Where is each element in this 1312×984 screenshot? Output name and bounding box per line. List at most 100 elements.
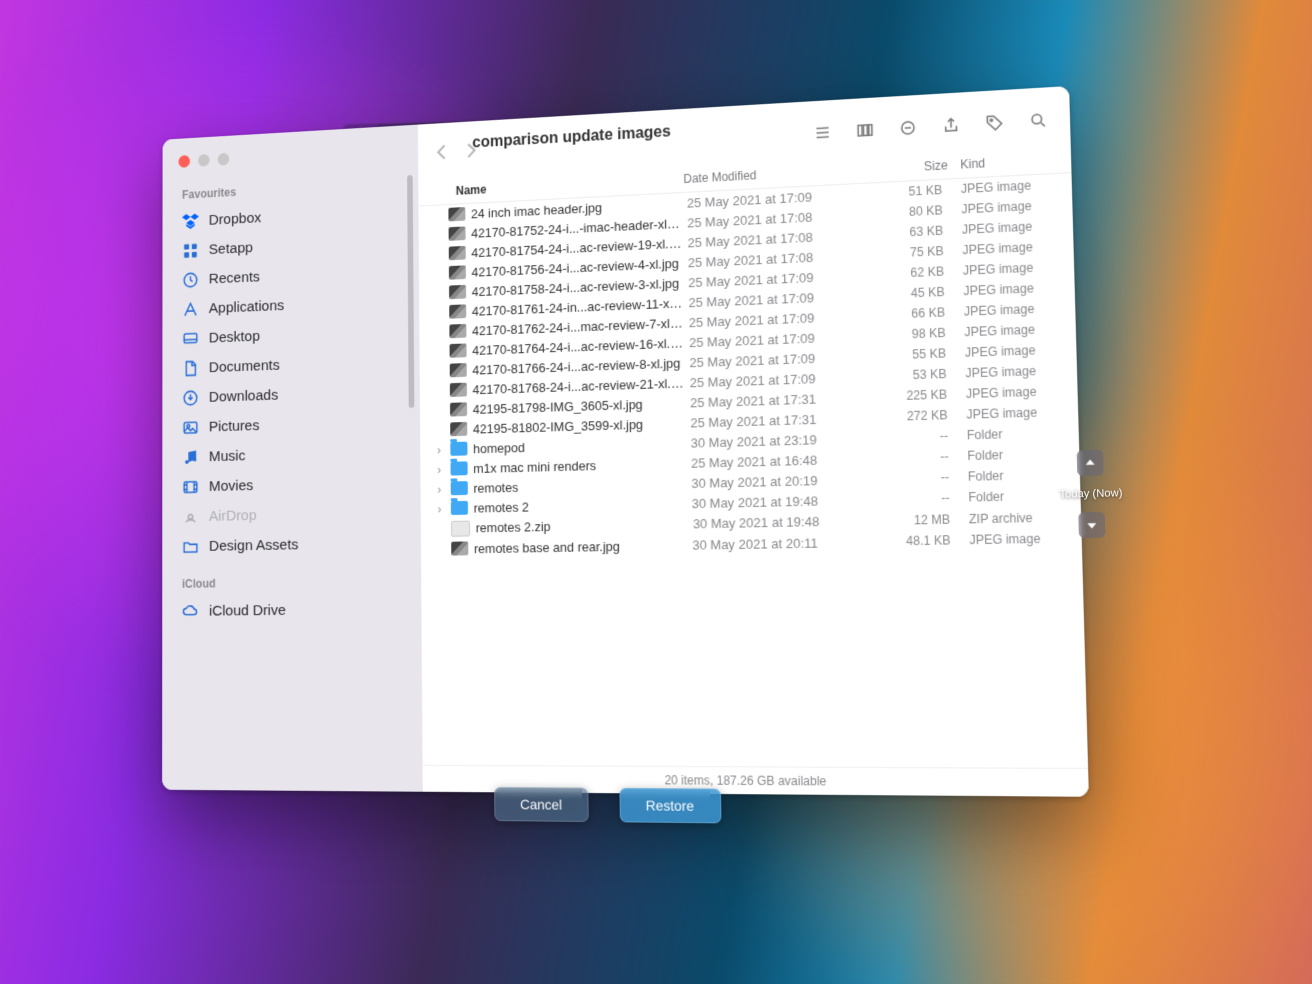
sidebar-label: iCloud Drive <box>209 602 286 620</box>
file-kind: JPEG image <box>950 259 1057 278</box>
image-thumbnail-icon <box>451 541 468 555</box>
timeline-up-button[interactable] <box>1077 450 1104 477</box>
file-kind: Folder <box>955 467 1063 484</box>
image-thumbnail-icon <box>448 207 465 221</box>
sidebar-label: Dropbox <box>209 209 262 229</box>
file-kind: JPEG image <box>949 198 1056 217</box>
file-date: 30 May 2021 at 23:19 <box>691 430 870 450</box>
applications-icon <box>182 300 199 319</box>
sidebar-item-airdrop[interactable]: AirDrop <box>162 497 421 532</box>
cloud-icon <box>182 602 199 621</box>
disclosure-icon: › <box>434 461 445 476</box>
folder-icon <box>450 461 467 475</box>
file-size: -- <box>876 470 949 486</box>
close-button[interactable] <box>178 155 190 168</box>
file-size: 51 KB <box>870 183 942 201</box>
folder-icon <box>451 501 468 515</box>
file-date: 25 May 2021 at 16:48 <box>691 451 870 471</box>
action-buttons: Cancel Restore <box>494 787 721 823</box>
sidebar-label: Pictures <box>209 417 260 436</box>
cancel-button[interactable]: Cancel <box>494 787 588 822</box>
file-kind: JPEG image <box>949 218 1056 237</box>
image-thumbnail-icon <box>450 383 467 397</box>
finder-window: Favourites Dropbox Setapp Recents Applic… <box>162 86 1089 797</box>
folder-icon <box>182 537 199 556</box>
file-kind: JPEG image <box>957 531 1065 547</box>
file-name: remotes base and rear.jpg <box>474 537 687 556</box>
column-size[interactable]: Size <box>876 158 948 176</box>
sidebar-label: Recents <box>209 268 260 287</box>
image-thumbnail-icon <box>449 285 466 299</box>
file-size: 80 KB <box>871 203 943 221</box>
file-size: 45 KB <box>873 285 945 302</box>
disclosure-icon: › <box>434 481 445 496</box>
share-button[interactable] <box>936 115 965 135</box>
view-list-button[interactable] <box>808 123 837 143</box>
file-name: remotes <box>473 475 685 495</box>
file-date: 25 May 2021 at 17:31 <box>690 389 869 410</box>
image-thumbnail-icon <box>450 363 467 377</box>
zoom-button[interactable] <box>218 153 230 166</box>
sidebar-section-icloud: iCloud <box>162 570 421 597</box>
image-thumbnail-icon <box>449 246 466 260</box>
image-thumbnail-icon <box>450 343 467 357</box>
document-icon <box>182 359 199 378</box>
sidebar-label: Desktop <box>209 328 260 347</box>
image-thumbnail-icon <box>450 422 467 436</box>
file-date: 30 May 2021 at 19:48 <box>692 492 872 511</box>
sidebar-item-design-assets[interactable]: Design Assets <box>162 527 421 562</box>
file-kind: JPEG image <box>948 177 1055 197</box>
file-date: 25 May 2021 at 17:31 <box>690 410 869 430</box>
image-thumbnail-icon <box>449 226 466 240</box>
file-kind: JPEG image <box>954 405 1062 423</box>
image-thumbnail-icon <box>449 304 466 318</box>
file-size: -- <box>876 449 949 465</box>
file-kind: JPEG image <box>953 384 1061 402</box>
sidebar-label: Setapp <box>209 239 253 258</box>
group-button[interactable] <box>893 118 922 138</box>
tag-button[interactable] <box>980 113 1010 133</box>
file-list: 24 inch imac header.jpg25 May 2021 at 17… <box>418 173 1088 768</box>
image-thumbnail-icon <box>449 324 466 338</box>
file-size: 62 KB <box>872 264 944 281</box>
search-button[interactable] <box>1024 110 1054 130</box>
disclosure-icon <box>432 215 443 216</box>
setapp-icon <box>182 241 199 260</box>
sidebar-label: Documents <box>209 357 280 377</box>
restore-button[interactable]: Restore <box>619 788 721 823</box>
minimize-button[interactable] <box>198 154 210 167</box>
disclosure-icon <box>432 254 443 255</box>
file-size: 272 KB <box>875 408 948 424</box>
nav-back-button[interactable] <box>433 141 450 168</box>
file-kind: JPEG image <box>951 301 1058 320</box>
airdrop-icon <box>182 508 199 527</box>
file-kind: JPEG image <box>952 321 1059 339</box>
sidebar-label: Downloads <box>209 387 278 407</box>
file-name: m1x mac mini renders <box>473 455 685 475</box>
file-date: 30 May 2021 at 20:19 <box>691 471 870 490</box>
disclosure-icon: › <box>434 501 445 516</box>
timeline-nav: Today (Now) <box>1059 449 1124 538</box>
file-size: 75 KB <box>872 244 944 261</box>
main-pane: comparison update images Name Date Modif… <box>418 86 1089 797</box>
desktop-icon <box>182 330 199 349</box>
file-kind: JPEG image <box>953 363 1061 381</box>
column-date[interactable]: Date Modified <box>683 162 876 186</box>
timeline-label: Today (Now) <box>1060 487 1123 500</box>
file-size: -- <box>877 491 950 507</box>
file-size: 53 KB <box>874 367 947 384</box>
clock-icon <box>182 271 199 290</box>
file-date: 30 May 2021 at 20:11 <box>692 534 872 552</box>
folder-icon <box>451 481 468 495</box>
downloads-icon <box>182 389 199 408</box>
file-name: remotes 2.zip <box>476 516 687 535</box>
view-columns-button[interactable] <box>851 120 880 140</box>
sidebar-item-icloud-drive[interactable]: iCloud Drive <box>162 594 421 627</box>
sidebar-label: Music <box>209 447 246 465</box>
column-kind[interactable]: Kind <box>948 152 1055 172</box>
file-date: 30 May 2021 at 19:48 <box>693 513 872 532</box>
file-kind: Folder <box>956 488 1064 505</box>
timeline-down-button[interactable] <box>1078 512 1105 538</box>
image-thumbnail-icon <box>449 265 466 279</box>
file-kind: JPEG image <box>951 280 1058 299</box>
